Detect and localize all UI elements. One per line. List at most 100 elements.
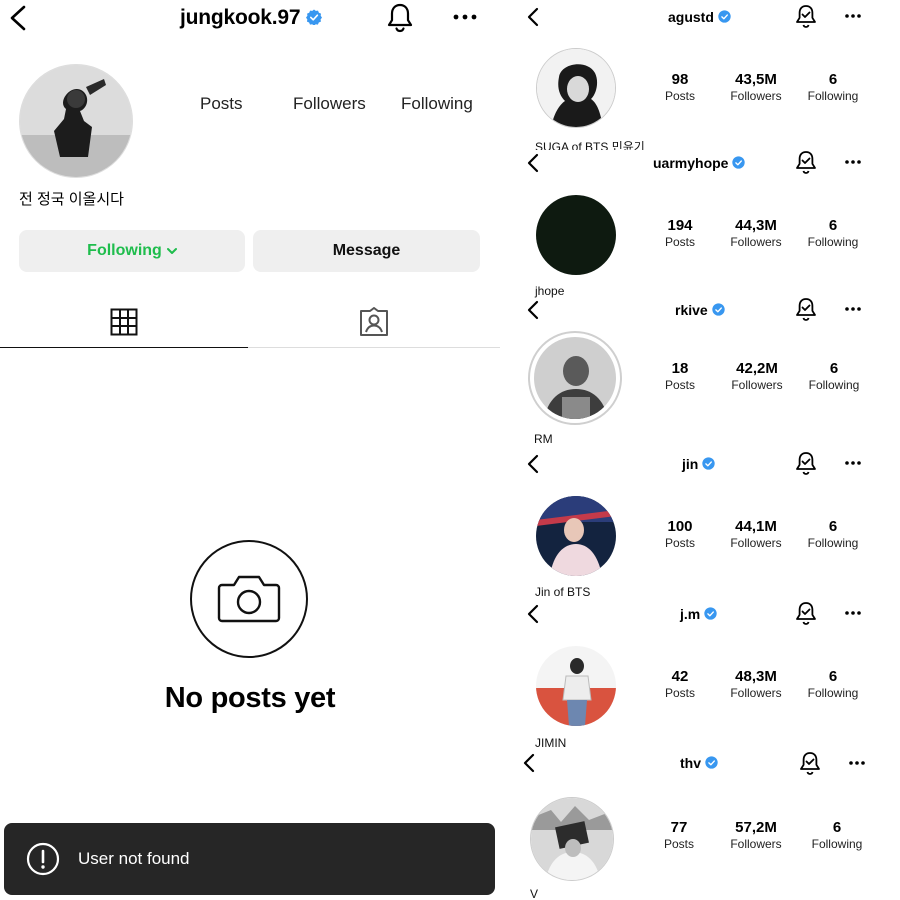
profile-display-name: SUGA of BTS 민윤기 [535, 140, 645, 150]
stat-posts[interactable]: 194 Posts [645, 217, 715, 250]
screenshot-collage: jungkook.97 Posts Followers Following 전 … [0, 0, 900, 900]
avatar-photo [534, 337, 616, 419]
chevron-down-icon [166, 248, 177, 254]
profile-card: rkive 18 Posts 42,2M Followers 6 Following … [500, 297, 900, 451]
stat-posts[interactable]: 77 Posts [644, 820, 714, 852]
avatar[interactable] [536, 496, 616, 576]
top-bar: jungkook.97 [0, 0, 500, 40]
profile-card: thv 77 Posts 57,2M Followers 6 Following V [500, 751, 900, 900]
more-options-icon[interactable] [848, 758, 866, 768]
back-arrow-icon[interactable] [520, 752, 538, 774]
stat-followers[interactable]: 42,2M Followers [722, 361, 792, 393]
following-label: Following [808, 378, 860, 392]
back-arrow-icon[interactable] [524, 453, 542, 475]
profile-display-name: JIMIN [535, 736, 567, 750]
bell-check-icon[interactable] [794, 4, 818, 30]
back-arrow-icon[interactable] [524, 603, 542, 625]
profile-jungkook: jungkook.97 Posts Followers Following 전 … [0, 0, 500, 900]
followers-count: 48,3M [735, 668, 777, 685]
more-options-icon[interactable] [844, 11, 862, 21]
followers-label: Followers [730, 686, 782, 700]
avatar[interactable] [528, 331, 622, 425]
following-button[interactable]: Following [19, 230, 245, 272]
profile-username: rkive [675, 302, 725, 318]
avatar[interactable] [536, 195, 616, 275]
verified-badge-icon [718, 10, 731, 23]
message-button[interactable]: Message [253, 230, 480, 272]
stat-posts[interactable]: 18 Posts [645, 361, 715, 393]
avatar-photo [537, 49, 615, 127]
camera-circle [190, 540, 308, 658]
grid-icon [110, 308, 138, 335]
profile-card: agustd 98 Posts 43,5M Followers 6 Following… [500, 0, 900, 150]
toast-notification: User not found [4, 823, 495, 895]
verified-badge-icon [732, 156, 746, 169]
profile-username: jin [682, 456, 716, 472]
posts-label: Posts [663, 837, 694, 851]
back-arrow-icon[interactable] [524, 6, 542, 28]
tagged-icon [360, 306, 388, 336]
avatar[interactable] [536, 646, 616, 726]
stat-following[interactable]: 6 Following [802, 819, 872, 852]
bell-check-icon[interactable] [794, 601, 818, 627]
username-header: jungkook.97 [180, 6, 323, 30]
tab-tagged[interactable] [248, 296, 500, 348]
more-options-icon[interactable] [452, 8, 478, 26]
stat-following-label[interactable]: Following [401, 94, 473, 114]
posts-count: 194 [667, 217, 693, 234]
stat-followers[interactable]: 44,3M Followers [721, 218, 791, 250]
stat-followers[interactable]: 57,2M Followers [721, 820, 791, 852]
bell-check-icon[interactable] [794, 451, 818, 477]
bio-text: 전 정국 이올시다 [19, 191, 124, 208]
following-count: 6 [828, 668, 838, 685]
stat-following[interactable]: 6 Following [799, 361, 869, 393]
profile-card: j.m 42 Posts 48,3M Followers 6 Following JI… [500, 601, 900, 751]
bell-icon[interactable] [384, 2, 416, 34]
profile-username-text: j.m [680, 606, 701, 622]
profile-card: uarmyhope 194 Posts 44,3M Followers 6 Follo… [500, 150, 900, 300]
avatar-photo [536, 496, 616, 576]
posts-label: Posts [664, 378, 695, 392]
stat-posts[interactable]: 100 Posts [645, 519, 715, 551]
following-count: 6 [832, 819, 842, 836]
stat-posts[interactable]: 98 Posts [645, 72, 715, 104]
more-options-icon[interactable] [844, 458, 862, 468]
more-options-icon[interactable] [844, 608, 862, 618]
posts-label: Posts [664, 536, 695, 550]
following-label: Following [811, 837, 863, 851]
more-options-icon[interactable] [844, 304, 862, 314]
message-button-label: Message [332, 242, 401, 259]
back-arrow-icon[interactable] [524, 152, 542, 174]
back-arrow-icon[interactable] [6, 4, 30, 32]
stat-followers[interactable]: 43,5M Followers [721, 71, 791, 104]
stat-followers-label[interactable]: Followers [293, 94, 366, 114]
bell-check-icon[interactable] [798, 751, 822, 777]
avatar[interactable] [536, 48, 616, 128]
stat-following[interactable]: 6 Following [798, 218, 868, 250]
back-arrow-icon[interactable] [524, 299, 542, 321]
stat-following[interactable]: 6 Following [798, 519, 868, 551]
stat-posts-label[interactable]: Posts [200, 94, 243, 114]
avatar[interactable] [530, 797, 614, 881]
bell-check-icon[interactable] [794, 297, 818, 323]
stat-following[interactable]: 6 Following [798, 668, 868, 701]
more-options-icon[interactable] [844, 157, 862, 167]
following-button-label: Following [87, 242, 162, 259]
followers-label: Followers [730, 89, 782, 103]
verified-badge-icon [702, 457, 716, 470]
avatar[interactable] [19, 64, 133, 178]
tab-posts-grid[interactable] [0, 296, 248, 348]
followers-count: 43,5M [735, 71, 777, 88]
stat-following[interactable]: 6 Following [798, 72, 868, 104]
followers-label: Followers [730, 536, 782, 550]
profile-username: j.m [680, 606, 717, 622]
following-label: Following [807, 536, 859, 550]
profile-card: jin 100 Posts 44,1M Followers 6 Following J… [500, 451, 900, 601]
camera-icon [217, 575, 281, 623]
stat-followers[interactable]: 44,1M Followers [721, 519, 791, 551]
stat-posts[interactable]: 42 Posts [645, 669, 715, 701]
avatar-photo [531, 798, 613, 880]
bell-check-icon[interactable] [794, 150, 818, 176]
stat-followers[interactable]: 48,3M Followers [721, 668, 791, 701]
empty-state-title: No posts yet [164, 682, 336, 714]
